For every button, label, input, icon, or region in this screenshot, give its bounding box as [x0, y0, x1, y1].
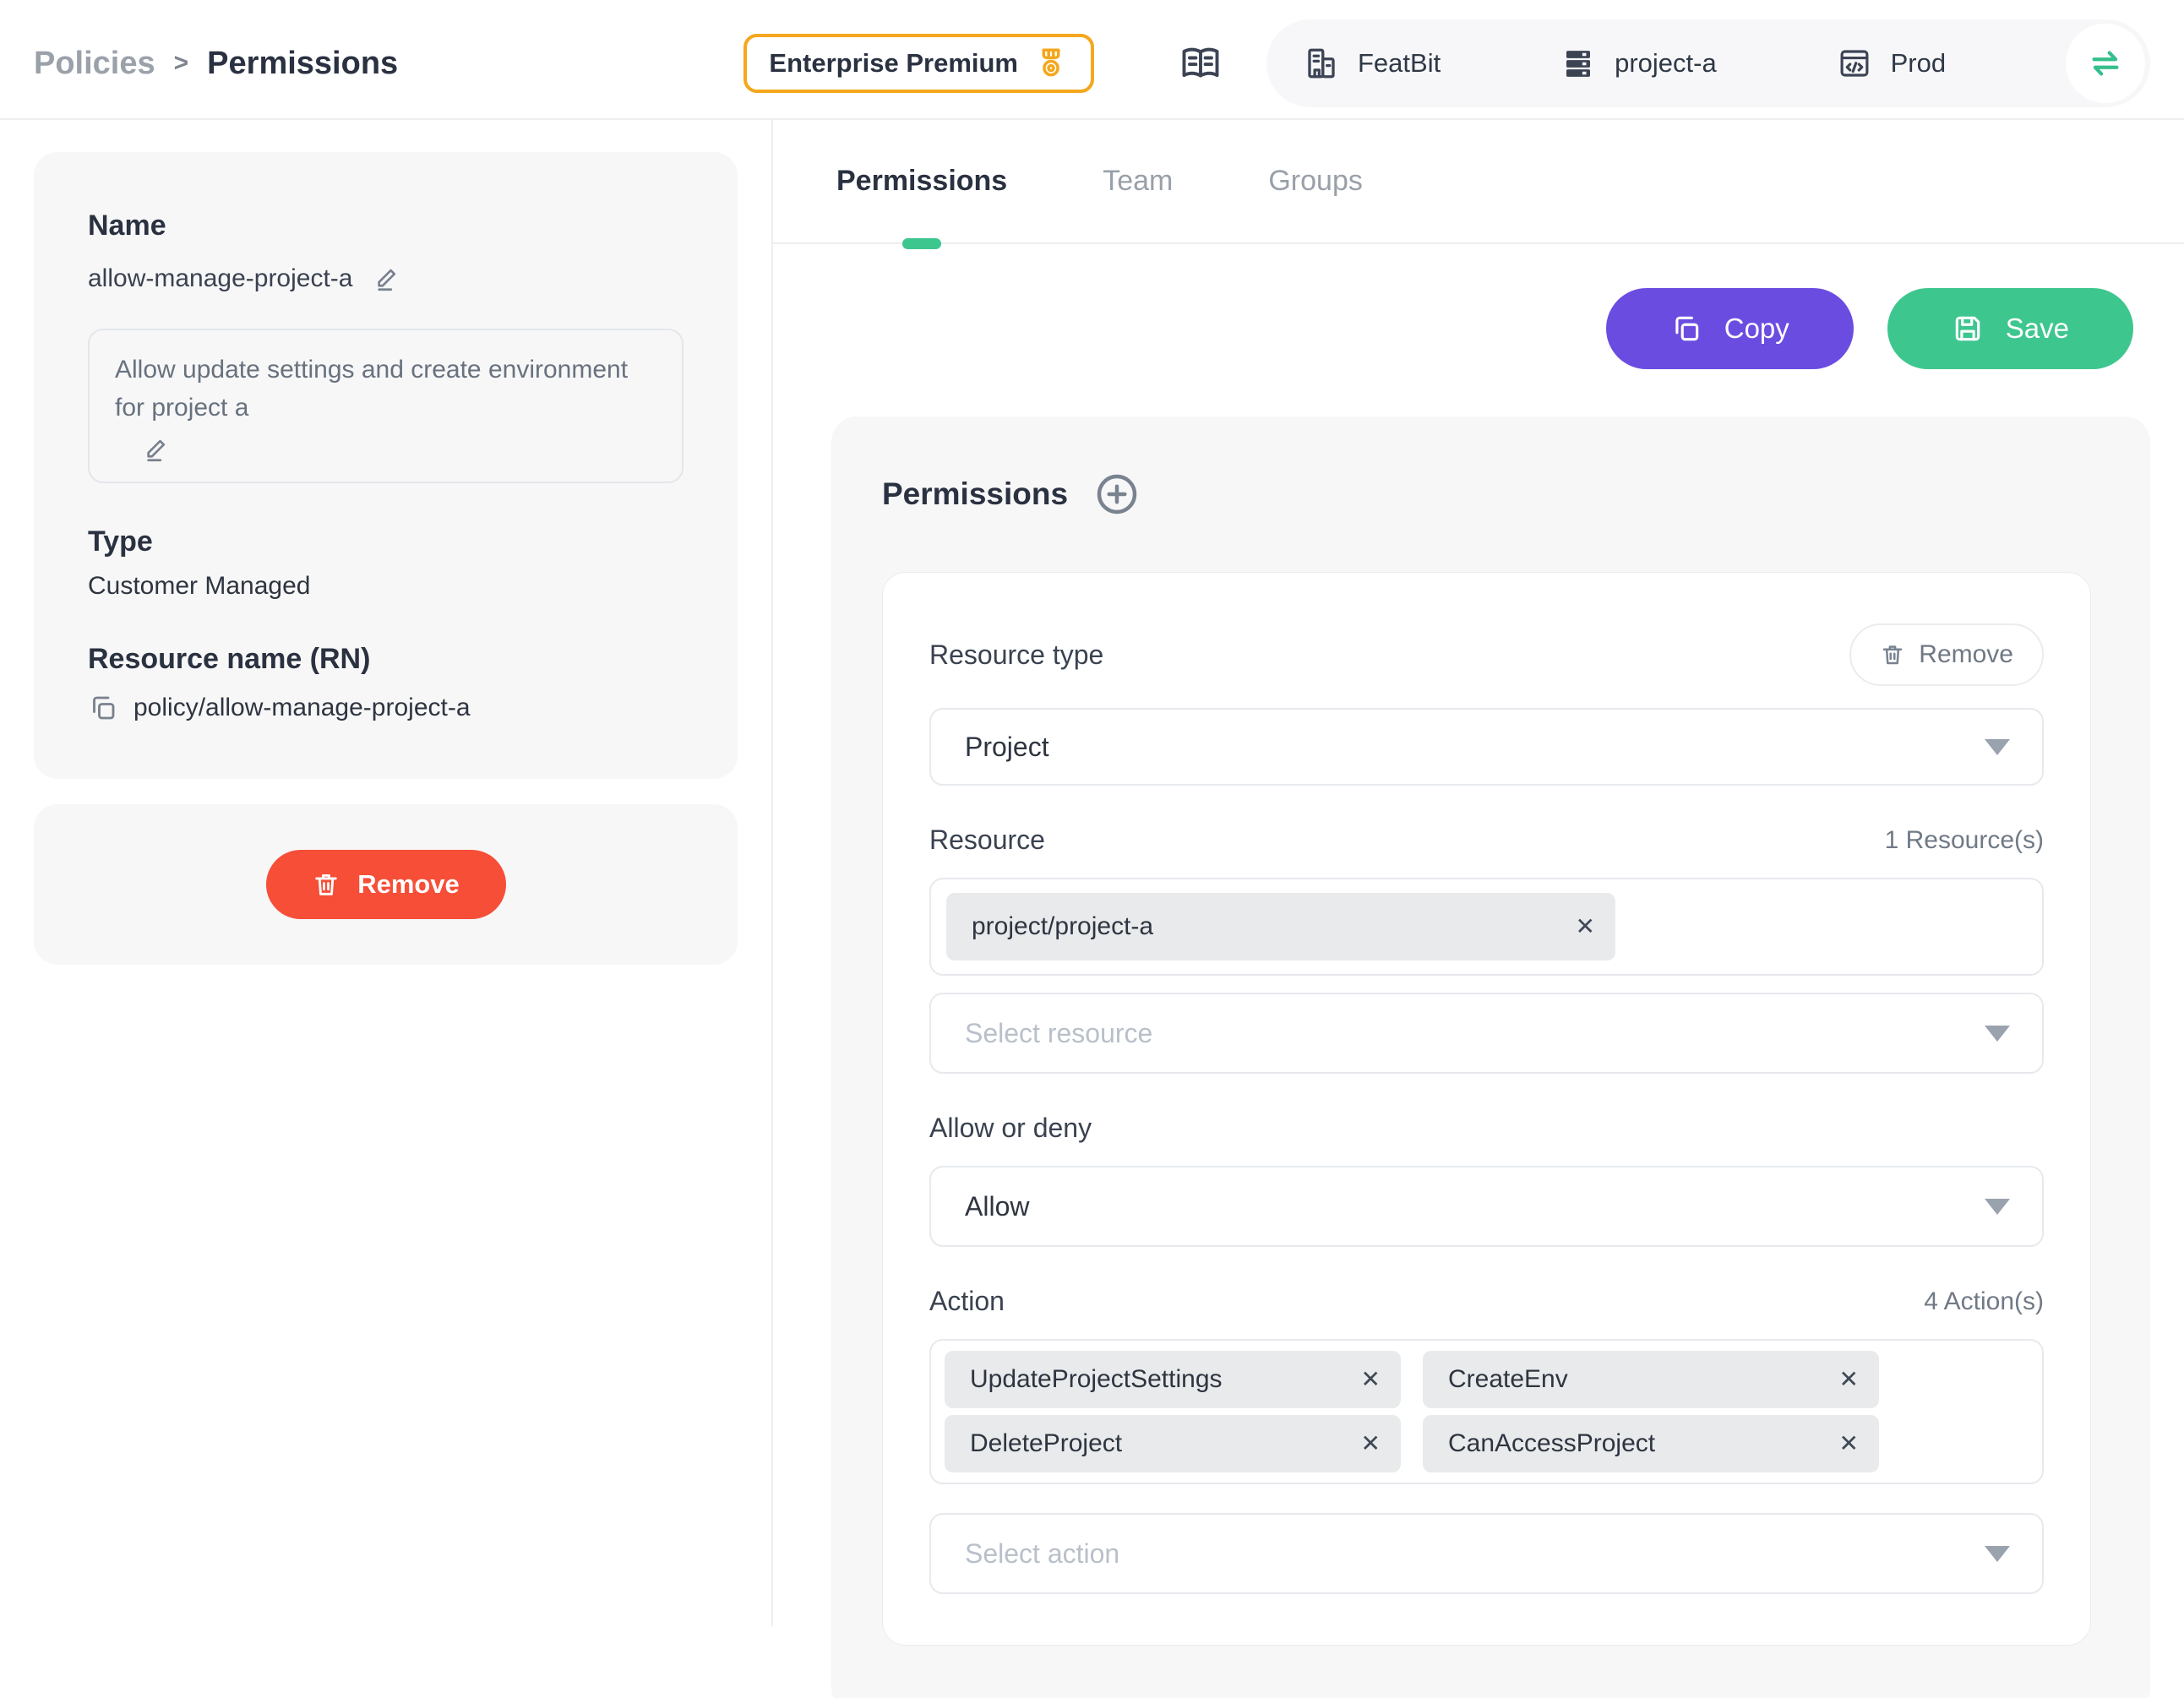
- plan-badge-label: Enterprise Premium: [769, 48, 1018, 79]
- tab-bar: Permissions Team Groups: [773, 120, 2184, 244]
- page-title: Permissions: [207, 46, 398, 82]
- action-tag-label: CanAccessProject: [1448, 1429, 1655, 1458]
- remove-policy-label: Remove: [357, 869, 460, 900]
- environment-selector[interactable]: Prod: [1837, 46, 1946, 81]
- project-stack-icon: [1560, 46, 1596, 81]
- swap-arrows-icon: [2086, 44, 2125, 83]
- effect-value: Allow: [965, 1191, 1029, 1222]
- project-name: project-a: [1615, 48, 1717, 79]
- action-tag-label: DeleteProject: [970, 1429, 1122, 1458]
- policy-description-box: Allow update settings and create environ…: [88, 329, 684, 483]
- tab-groups-label: Groups: [1268, 165, 1363, 198]
- docs-book-icon[interactable]: [1179, 41, 1223, 85]
- environment-name: Prod: [1891, 48, 1946, 79]
- policy-name: allow-manage-project-a: [88, 264, 352, 293]
- chevron-down-icon: [1985, 739, 2010, 755]
- select-resource-dropdown[interactable]: Select resource: [929, 993, 2044, 1074]
- policy-details-card: Name allow-manage-project-a Allow update…: [34, 152, 738, 779]
- remove-action-tag-icon[interactable]: ✕: [1836, 1429, 1862, 1459]
- remove-action-tag-icon[interactable]: ✕: [1836, 1364, 1862, 1395]
- remove-resource-tag-icon[interactable]: ✕: [1572, 912, 1599, 942]
- remove-action-tag-icon[interactable]: ✕: [1358, 1429, 1384, 1459]
- toolbar: Copy Save: [773, 288, 2184, 369]
- name-label: Name: [88, 210, 684, 242]
- remove-statement-label: Remove: [1919, 640, 2013, 669]
- policy-type: Customer Managed: [88, 572, 684, 601]
- copy-rn-icon[interactable]: [88, 693, 118, 723]
- tab-team-label: Team: [1103, 165, 1173, 198]
- edit-name-icon[interactable]: [374, 264, 403, 293]
- org-name: FeatBit: [1358, 48, 1441, 79]
- policy-sidebar: Name allow-manage-project-a Allow update…: [0, 120, 773, 1626]
- save-button[interactable]: Save: [1887, 288, 2133, 369]
- select-action-dropdown[interactable]: Select action: [929, 1513, 2044, 1594]
- permissions-panel-title: Permissions: [882, 476, 1068, 512]
- remove-statement-button[interactable]: Remove: [1849, 623, 2044, 686]
- action-label: Action: [929, 1286, 1005, 1317]
- permissions-panel: Permissions Resource type Remove: [831, 416, 2150, 1698]
- resource-count: 1 Resource(s): [1885, 826, 2044, 855]
- action-tag: DeleteProject ✕: [945, 1415, 1401, 1472]
- policy-description: Allow update settings and create environ…: [115, 351, 656, 427]
- switch-context-button[interactable]: [2066, 24, 2145, 103]
- resource-tag: project/project-a ✕: [946, 893, 1615, 961]
- selected-actions-box: UpdateProjectSettings ✕ CreateEnv ✕ Dele…: [929, 1339, 2044, 1484]
- chevron-down-icon: [1985, 1026, 2010, 1042]
- resource-type-label: Resource type: [929, 639, 1103, 671]
- selected-resources-box: project/project-a ✕: [929, 878, 2044, 976]
- resource-label: Resource: [929, 825, 1045, 856]
- action-tag: CreateEnv ✕: [1423, 1351, 1879, 1408]
- save-button-label: Save: [2006, 313, 2069, 345]
- chevron-down-icon: [1985, 1199, 2010, 1215]
- effect-select[interactable]: Allow: [929, 1166, 2044, 1247]
- tab-team[interactable]: Team: [1103, 120, 1173, 242]
- breadcrumb: Policies > Permissions: [34, 46, 398, 82]
- save-floppy-icon: [1952, 313, 1984, 345]
- select-resource-placeholder: Select resource: [965, 1018, 1152, 1049]
- resource-type-select[interactable]: Project: [929, 708, 2044, 786]
- add-permission-icon[interactable]: [1093, 471, 1141, 518]
- tab-groups[interactable]: Groups: [1268, 120, 1363, 242]
- effect-label: Allow or deny: [929, 1113, 1092, 1144]
- type-label: Type: [88, 525, 684, 558]
- top-header: Policies > Permissions Enterprise Premiu…: [0, 8, 2184, 118]
- tab-permissions[interactable]: Permissions: [836, 120, 1007, 242]
- rn-label: Resource name (RN): [88, 643, 684, 676]
- action-tag-label: UpdateProjectSettings: [970, 1365, 1223, 1394]
- remove-action-tag-icon[interactable]: ✕: [1358, 1364, 1384, 1395]
- breadcrumb-policies[interactable]: Policies: [34, 46, 155, 82]
- environment-code-icon: [1837, 46, 1872, 81]
- project-selector[interactable]: project-a: [1560, 46, 1717, 81]
- policy-rn: policy/allow-manage-project-a: [133, 694, 471, 722]
- permission-statement-card: Resource type Remove Project: [882, 572, 2091, 1646]
- policy-main: Permissions Team Groups Copy: [773, 120, 2184, 1626]
- active-tab-indicator: [902, 238, 941, 249]
- breadcrumb-separator: >: [174, 49, 189, 78]
- trash-icon: [312, 870, 340, 899]
- organization-icon: [1304, 46, 1339, 81]
- copy-button-label: Copy: [1724, 313, 1789, 345]
- remove-policy-card: Remove: [34, 804, 738, 965]
- action-count: 4 Action(s): [1924, 1287, 2044, 1316]
- copy-button[interactable]: Copy: [1606, 288, 1854, 369]
- copy-icon: [1670, 313, 1702, 345]
- select-action-placeholder: Select action: [965, 1538, 1119, 1570]
- org-selector[interactable]: FeatBit: [1304, 46, 1441, 81]
- action-tag-label: CreateEnv: [1448, 1365, 1568, 1394]
- resource-tag-label: project/project-a: [972, 912, 1153, 941]
- chevron-down-icon: [1985, 1546, 2010, 1562]
- resource-type-value: Project: [965, 732, 1049, 763]
- context-switcher: FeatBit project-a Prod: [1266, 19, 2150, 107]
- action-tag: CanAccessProject ✕: [1423, 1415, 1879, 1472]
- trash-icon: [1880, 642, 1905, 667]
- edit-description-icon[interactable]: [144, 435, 172, 464]
- plan-badge[interactable]: Enterprise Premium: [743, 34, 1094, 93]
- remove-policy-button[interactable]: Remove: [266, 850, 506, 919]
- medal-icon: [1033, 46, 1069, 81]
- tab-permissions-label: Permissions: [836, 165, 1007, 198]
- action-tag: UpdateProjectSettings ✕: [945, 1351, 1401, 1408]
